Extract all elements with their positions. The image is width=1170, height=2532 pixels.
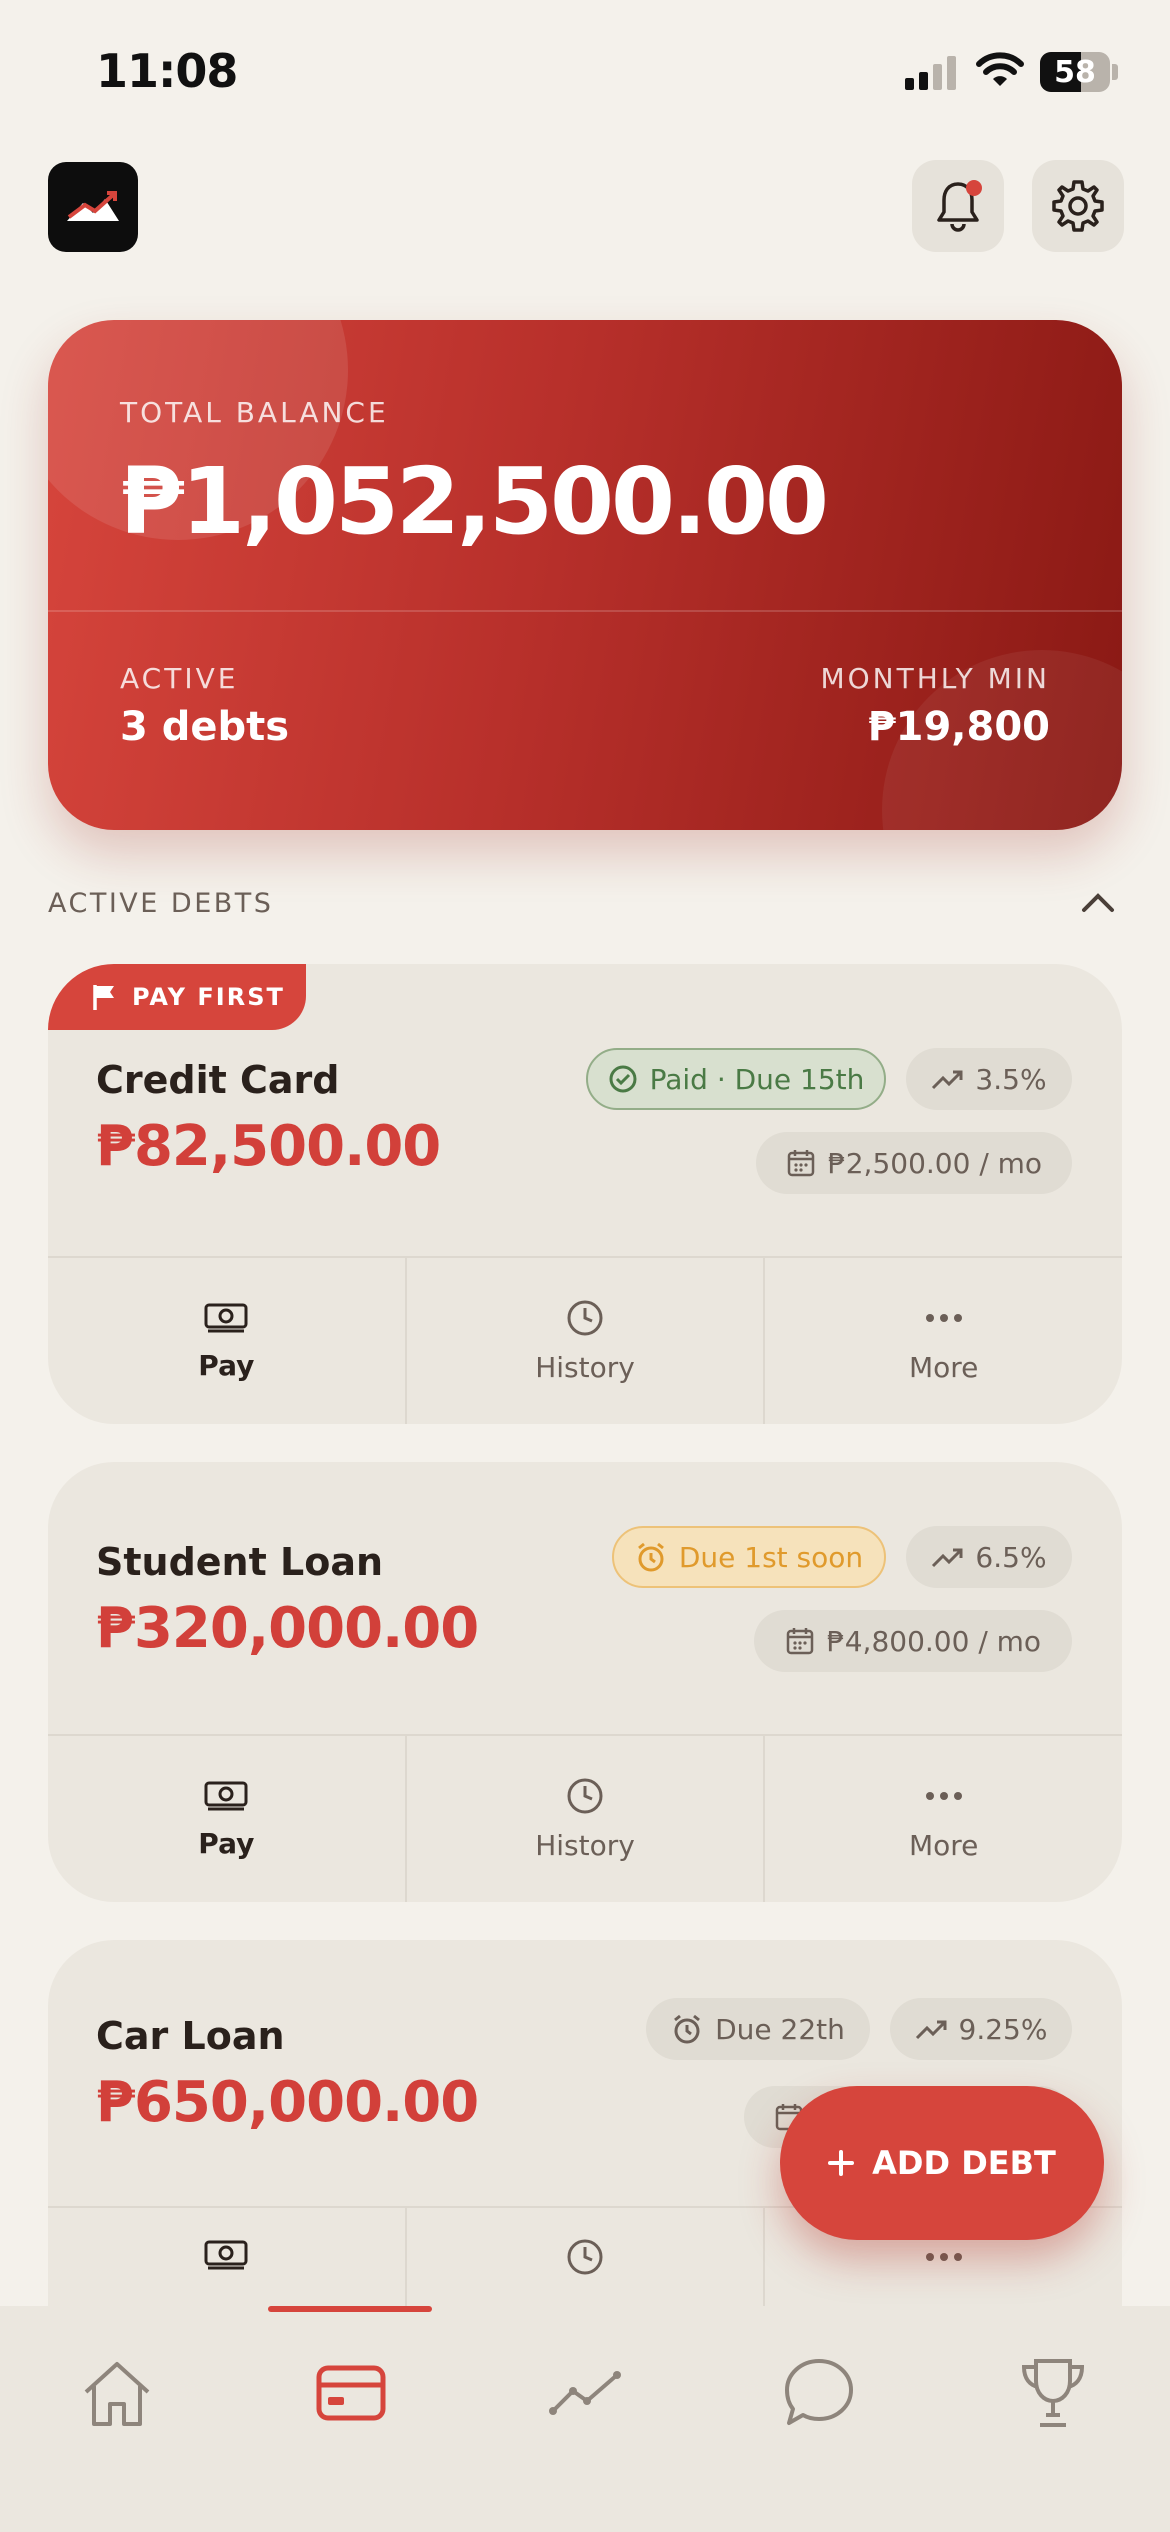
status-text: Due 1st soon <box>678 1540 864 1574</box>
pay-first-badge: PAY FIRST <box>48 964 306 1030</box>
history-label: History <box>535 1350 635 1384</box>
clock-icon <box>567 1778 603 1813</box>
wifi-icon <box>975 50 1025 94</box>
interest-rate: 9.25% <box>958 2012 1048 2046</box>
more-dots-icon <box>925 1313 962 1322</box>
monthly-min-label: MONTHLY MIN <box>820 662 1050 695</box>
nav-chat[interactable] <box>774 2348 864 2438</box>
total-balance-label: TOTAL BALANCE <box>120 396 389 429</box>
due-date-badge: Due 22th <box>646 1998 870 2060</box>
status-badge-due-soon: Due 1st soon <box>612 1526 886 1588</box>
interest-rate-badge: 6.5% <box>906 1526 1072 1588</box>
cash-icon <box>204 1781 248 1810</box>
plus-icon <box>828 2150 855 2176</box>
settings-button[interactable] <box>1032 160 1124 252</box>
cellular-signal-icon <box>905 56 956 90</box>
battery-tip <box>1112 64 1118 80</box>
cash-icon <box>204 2240 248 2270</box>
active-label: ACTIVE <box>120 662 239 695</box>
total-balance-card: TOTAL BALANCE ₱1,052,500.00 ACTIVE 3 deb… <box>48 320 1122 830</box>
status-text: Paid · Due 15th <box>649 1062 865 1096</box>
section-title: ACTIVE DEBTS <box>48 888 274 919</box>
debt-card-credit-card[interactable]: PAY FIRST Credit Card ₱82,500.00 Paid · … <box>48 964 1122 1424</box>
status-badge-paid: Paid · Due 15th <box>586 1048 886 1110</box>
active-tab-indicator <box>268 2306 432 2312</box>
notification-badge <box>966 180 982 196</box>
monthly-min-value: ₱19,800 <box>867 704 1050 750</box>
chat-bubble-icon <box>785 2359 853 2425</box>
add-debt-button[interactable]: ADD DEBT <box>780 2086 1104 2240</box>
total-balance-amount: ₱1,052,500.00 <box>120 448 829 555</box>
nav-debts[interactable] <box>306 2348 396 2438</box>
debt-name: Car Loan <box>96 2014 285 2058</box>
app-logo[interactable] <box>48 162 138 252</box>
nav-home[interactable] <box>72 2348 162 2438</box>
debt-amount: ₱320,000.00 <box>96 1596 479 1661</box>
debt-actions: Pay History More <box>48 1256 1122 1424</box>
alarm-clock-icon <box>674 2014 701 2044</box>
more-dots-icon <box>925 1791 962 1800</box>
calendar-icon <box>786 1628 814 1655</box>
debt-amount: ₱82,500.00 <box>96 1114 441 1179</box>
nav-analytics[interactable] <box>540 2348 630 2438</box>
bottom-nav <box>0 2306 1170 2532</box>
card-divider <box>48 610 1122 612</box>
trending-up-icon <box>915 2020 947 2040</box>
more-dots-icon <box>925 2253 962 2261</box>
pay-button[interactable]: Pay <box>48 1258 405 1424</box>
monthly-payment: ₱2,500.00 / mo <box>827 1146 1043 1180</box>
chevron-up-icon[interactable] <box>1080 884 1116 924</box>
history-button[interactable]: History <box>404 1258 764 1424</box>
debt-amount: ₱650,000.00 <box>96 2070 479 2135</box>
pay-button[interactable]: Pay <box>48 1736 405 1902</box>
history-label: History <box>535 1828 635 1862</box>
active-count: 3 debts <box>120 704 290 750</box>
add-debt-label: ADD DEBT <box>872 2144 1056 2182</box>
monthly-payment-badge: ₱2,500.00 / mo <box>756 1132 1072 1194</box>
interest-rate-badge: 9.25% <box>890 1998 1072 2060</box>
notifications-button[interactable] <box>912 160 1004 252</box>
check-circle-icon <box>609 1065 637 1093</box>
interest-rate: 6.5% <box>975 1540 1047 1574</box>
monthly-payment: ₱4,800.00 / mo <box>826 1624 1042 1658</box>
trending-up-icon <box>932 1548 963 1568</box>
trending-up-icon <box>932 1070 963 1090</box>
alarm-clock-icon <box>637 1542 664 1572</box>
more-label: More <box>908 1828 979 1862</box>
trend-mountain-icon <box>67 191 119 221</box>
debt-actions: Pay History More <box>48 1734 1122 1902</box>
cash-icon <box>204 1303 248 1332</box>
more-label: More <box>908 1350 979 1384</box>
more-button[interactable]: More <box>763 1736 1122 1902</box>
home-icon <box>84 2362 150 2426</box>
status-time: 11:08 <box>96 44 238 98</box>
status-text: Due 22th <box>715 2012 845 2046</box>
history-button[interactable]: History <box>404 1736 764 1902</box>
nav-achievements[interactable] <box>1008 2348 1098 2438</box>
clock-icon <box>567 2239 603 2275</box>
gear-icon <box>1052 180 1104 232</box>
interest-rate: 3.5% <box>975 1062 1047 1096</box>
flag-icon <box>93 985 114 1010</box>
interest-rate-badge: 3.5% <box>906 1048 1072 1110</box>
line-chart-icon <box>549 2371 621 2415</box>
monthly-payment-badge: ₱4,800.00 / mo <box>754 1610 1072 1672</box>
more-button[interactable]: More <box>763 1258 1122 1424</box>
calendar-icon <box>787 1150 815 1177</box>
credit-card-icon <box>316 2365 386 2421</box>
pay-label: Pay <box>198 1826 255 1860</box>
battery-icon: 58 <box>1040 52 1110 92</box>
clock-icon <box>567 1300 603 1335</box>
debt-card-student-loan[interactable]: Student Loan ₱320,000.00 Due 1st soon 6.… <box>48 1462 1122 1902</box>
debt-name: Credit Card <box>96 1058 340 1102</box>
pay-first-label: PAY FIRST <box>132 983 285 1011</box>
pay-label: Pay <box>198 1348 255 1382</box>
battery-level: 58 <box>1054 54 1096 90</box>
trophy-icon <box>1021 2359 1085 2427</box>
debt-name: Student Loan <box>96 1540 384 1584</box>
